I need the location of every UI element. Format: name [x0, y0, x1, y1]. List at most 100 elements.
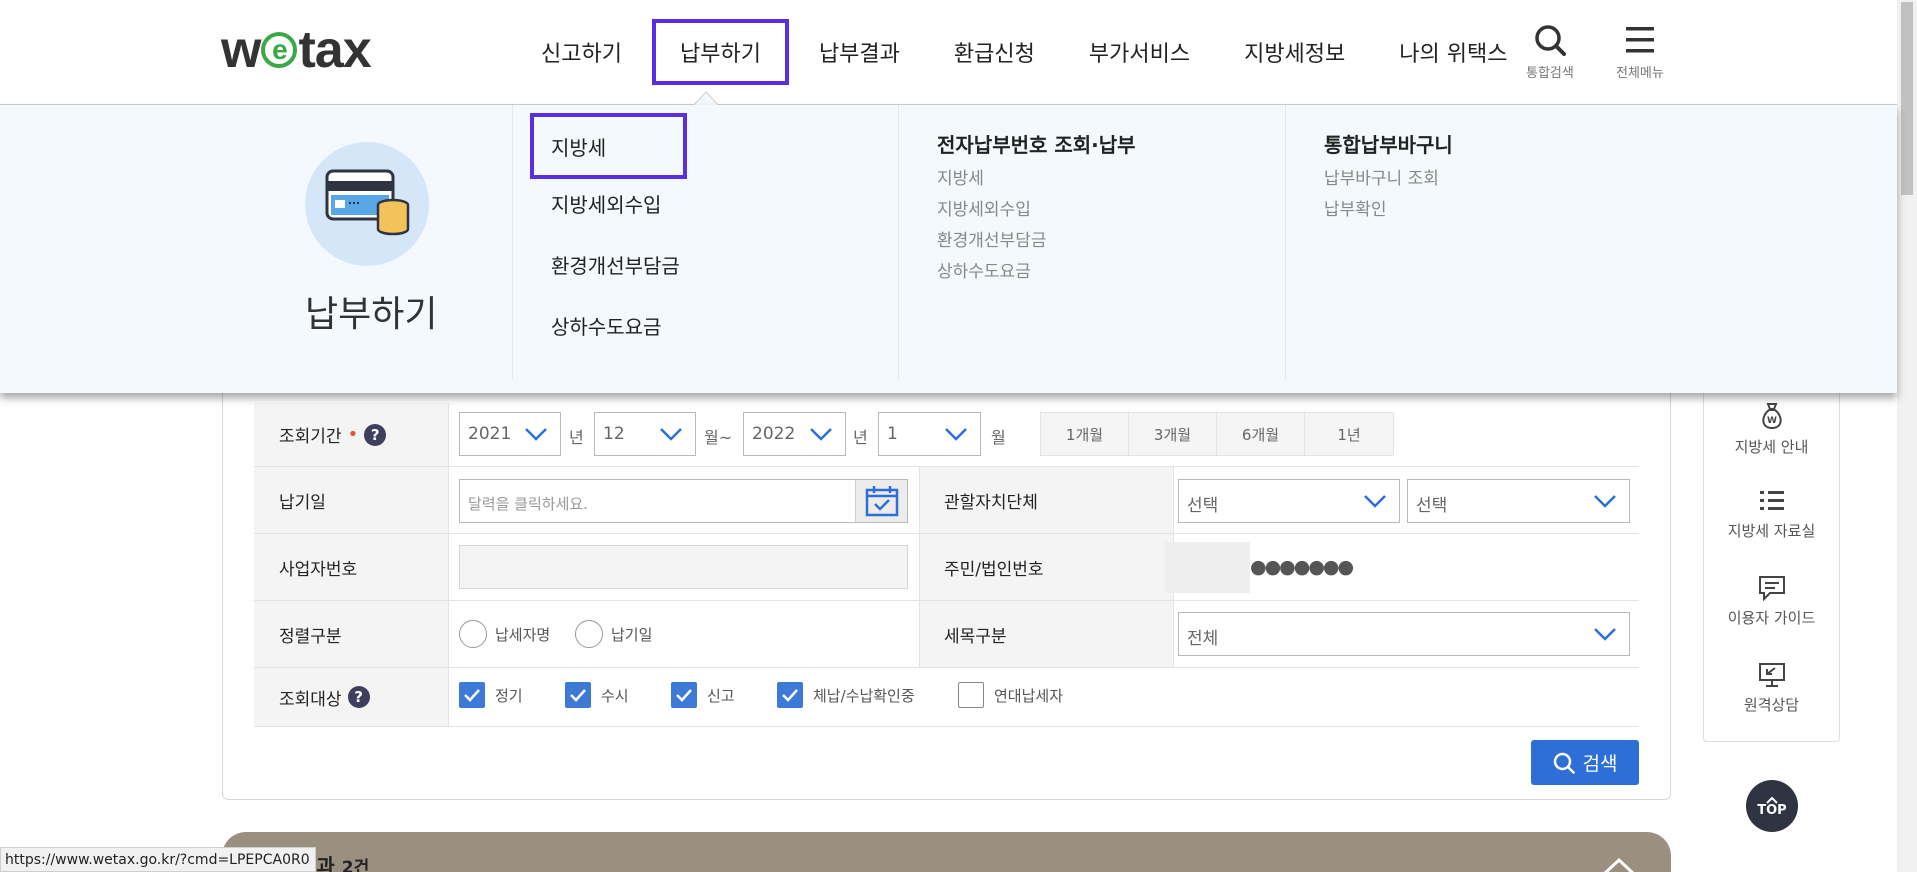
hamburger-menu-icon: [1625, 27, 1654, 53]
menu-local-tax[interactable]: 지방세: [530, 113, 687, 179]
e-payment-water-fee[interactable]: 상하수도요금: [937, 257, 1031, 282]
from-month-select[interactable]: 12: [594, 412, 696, 456]
menu-water-fee[interactable]: 상하수도요금: [551, 311, 661, 340]
period-1-month-button[interactable]: 1개월: [1041, 413, 1129, 455]
basket-heading[interactable]: 통합납부바구니: [1324, 129, 1453, 158]
chevron-down-icon: [945, 428, 967, 441]
nav-refund[interactable]: 환급신청: [927, 19, 1062, 85]
basket-confirm[interactable]: 납부확인: [1324, 195, 1387, 220]
sort-by-due-date-radio[interactable]: 납기일: [575, 620, 652, 648]
period-label: 조회기간 •?: [279, 403, 387, 466]
chevron-down-icon: [1364, 495, 1386, 508]
e-payment-non-tax-revenue[interactable]: 지방세외수입: [937, 195, 1031, 220]
quick-user-guide[interactable]: 이용자 가이드: [1703, 575, 1840, 628]
period-6-month-button[interactable]: 6개월: [1217, 413, 1305, 455]
check-icon: [676, 689, 692, 702]
jurisdiction-select-1-value: 선택: [1187, 496, 1219, 516]
to-year-select[interactable]: 2022: [743, 412, 846, 456]
sort-label: 정렬구분: [279, 601, 342, 667]
nav-my-wetax[interactable]: 나의 위택스: [1372, 19, 1534, 85]
quick-local-tax-guide[interactable]: W 지방세 안내: [1703, 402, 1840, 457]
due-date-placeholder: 달력을 클릭하세요.: [468, 495, 588, 513]
target-regular-checkbox[interactable]: 정기: [459, 682, 523, 708]
chevron-down-icon: [1594, 628, 1616, 641]
month-tilde: 월~: [704, 428, 733, 447]
sort-label-text: 정렬구분: [279, 626, 342, 647]
target-joint-taxpayer-checkbox[interactable]: 연대납세자: [958, 682, 1063, 708]
due-date-label: 납기일: [279, 467, 326, 533]
tax-type-value: 전체: [1187, 629, 1219, 649]
due-date-input[interactable]: 달력을 클릭하세요.: [459, 479, 908, 523]
payment-icon-circle: [305, 142, 429, 266]
menu-environment-charge[interactable]: 환경개선부담금: [551, 250, 680, 279]
status-bar-url: https://www.wetax.go.kr/?cmd=LPEPCA0R0: [0, 847, 316, 872]
mega-menu-title: 납부하기: [305, 294, 438, 335]
target-occasional-checkbox[interactable]: 수시: [565, 682, 629, 708]
nav-extra-services[interactable]: 부가서비스: [1062, 19, 1217, 85]
quick-period-group: 1개월 3개월 6개월 1년: [1040, 412, 1394, 456]
list-icon: [1759, 491, 1784, 510]
scrollbar-thumb[interactable]: [1901, 2, 1913, 195]
sort-by-taxpayer-radio[interactable]: 납세자명: [459, 620, 550, 648]
calendar-icon: [865, 486, 898, 517]
help-icon[interactable]: ?: [347, 686, 370, 708]
jurisdiction-select-1[interactable]: 선택: [1178, 479, 1400, 523]
check-icon: [782, 689, 798, 702]
target-label-text: 조회대상: [279, 689, 342, 710]
to-month-select[interactable]: 1: [878, 412, 981, 456]
nav-payment-result[interactable]: 납부결과: [792, 19, 927, 85]
calendar-button[interactable]: [855, 480, 907, 522]
nav-local-tax-info[interactable]: 지방세정보: [1217, 19, 1372, 85]
card-and-coins-icon: [325, 169, 410, 236]
from-month-value: 12: [603, 424, 625, 444]
jurisdiction-label: 관할자치단체: [944, 467, 1038, 533]
full-menu-button[interactable]: 전체메뉴: [1616, 24, 1664, 81]
due-date-label-text: 납기일: [279, 492, 326, 513]
checkbox-box: [671, 682, 697, 708]
quick-remote-support[interactable]: 원격상담: [1703, 662, 1840, 715]
help-icon[interactable]: ?: [364, 423, 387, 446]
year-unit: 년: [569, 428, 584, 447]
scroll-top-button[interactable]: TOP: [1746, 780, 1798, 832]
site-header: w e tax 신고하기 납부하기 납부결과 환급신청 부가서비스 지방세정보 나의…: [0, 0, 1897, 106]
basket-view[interactable]: 납부바구니 조회: [1324, 164, 1439, 189]
to-year-value: 2022: [752, 424, 796, 444]
e-payment-heading[interactable]: 전자납부번호 조회·납부: [937, 129, 1136, 158]
search-label: 통합검색: [1526, 66, 1574, 81]
wetax-logo[interactable]: w e tax: [221, 21, 372, 79]
from-year-select[interactable]: 2021: [459, 412, 561, 456]
tax-type-select[interactable]: 전체: [1178, 612, 1630, 656]
search-button-label: 검색: [1582, 753, 1618, 775]
check-icon: [570, 689, 586, 702]
chevron-up-icon[interactable]: [1602, 856, 1636, 872]
business-no-input[interactable]: [459, 545, 908, 589]
jurisdiction-select-2-value: 선택: [1416, 496, 1448, 516]
required-mark: •: [347, 424, 359, 445]
search-button[interactable]: 검색: [1531, 740, 1639, 785]
target-report-checkbox[interactable]: 신고: [671, 682, 735, 708]
jurisdiction-select-2[interactable]: 선택: [1407, 479, 1630, 523]
svg-text:W: W: [1767, 416, 1777, 426]
nav-report[interactable]: 신고하기: [514, 19, 649, 85]
period-3-month-button[interactable]: 3개월: [1129, 413, 1217, 455]
result-header-bar[interactable]: [222, 832, 1671, 872]
integrated-search-button[interactable]: 통합검색: [1526, 24, 1574, 81]
quick-local-tax-library[interactable]: 지방세 자료실: [1703, 488, 1840, 541]
e-payment-local-tax[interactable]: 지방세: [937, 164, 984, 189]
nav-payment[interactable]: 납부하기: [651, 18, 789, 85]
global-nav: 신고하기 납부하기 납부결과 환급신청 부가서비스 지방세정보 나의 위택스: [514, 0, 1534, 103]
menu-non-tax-revenue[interactable]: 지방세외수입: [551, 189, 661, 218]
nav-caret-icon: [693, 91, 719, 106]
radio-label: 납기일: [611, 625, 653, 644]
monitor-icon: [1758, 663, 1785, 687]
tax-type-label-text: 세목구분: [944, 626, 1007, 647]
e-payment-environment-charge[interactable]: 환경개선부담금: [937, 226, 1046, 251]
mega-col-basket: 통합납부바구니 납부바구니 조회 납부확인: [1285, 105, 1685, 379]
mega-col-payment: 지방세 지방세외수입 환경개선부담금 상하수도요금: [512, 105, 898, 379]
period-1-year-button[interactable]: 1년: [1305, 413, 1393, 455]
logo-e-circle: e: [261, 32, 298, 68]
checkbox-label: 체납/수납확인중: [813, 686, 915, 705]
quick-item-label: 이용자 가이드: [1727, 609, 1816, 627]
resident-no-label-text: 주민/법인번호: [944, 559, 1044, 580]
target-delinquent-checkbox[interactable]: 체납/수납확인중: [777, 682, 915, 708]
